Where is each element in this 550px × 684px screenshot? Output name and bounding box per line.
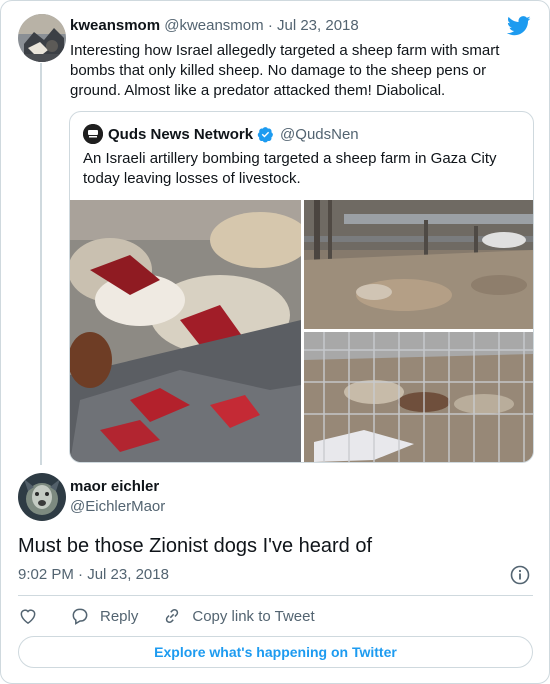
reply-avatar[interactable]	[18, 473, 66, 521]
info-icon[interactable]	[510, 565, 530, 585]
copy-link-label[interactable]: Copy link to Tweet	[192, 608, 314, 625]
parent-handle[interactable]: @kweansmom	[164, 17, 263, 34]
reply-timestamp[interactable]: 9:02 PM · Jul 23, 2018	[18, 566, 169, 583]
parent-tweet-text: Interesting how Israel allegedly targete…	[70, 42, 500, 99]
explore-twitter-button[interactable]: Explore what's happening on Twitter	[18, 636, 533, 668]
timestamp-separator: ·	[78, 566, 84, 583]
quoted-tweet[interactable]: Quds News Network @QudsNen An Israeli ar…	[69, 111, 534, 463]
quoted-header: Quds News Network @QudsNen	[83, 124, 359, 144]
quoted-display-name[interactable]: Quds News Network	[108, 126, 253, 143]
parent-display-name[interactable]: kweansmom	[70, 17, 160, 34]
quoted-photo-2[interactable]	[304, 200, 533, 329]
like-button[interactable]	[18, 606, 38, 626]
divider	[18, 595, 533, 596]
meta-separator: ·	[267, 17, 273, 34]
parent-header: kweansmom @kweansmom · Jul 23, 2018	[70, 17, 359, 34]
quoted-avatar[interactable]	[83, 124, 103, 144]
quoted-handle[interactable]: @QudsNen	[280, 126, 359, 143]
action-bar: Reply Copy link to Tweet	[18, 605, 339, 627]
verified-badge-icon	[257, 126, 273, 142]
heart-icon	[20, 609, 36, 624]
twitter-bird-icon[interactable]	[507, 15, 531, 37]
copy-link-button[interactable]: Copy link to Tweet	[162, 606, 315, 626]
explore-label[interactable]: Explore what's happening on Twitter	[154, 644, 397, 660]
reply-icon	[72, 608, 88, 625]
tweet-embed-card: kweansmom @kweansmom · Jul 23, 2018 Inte…	[0, 0, 550, 684]
reply-tweet-text: Must be those Zionist dogs I've heard of	[18, 535, 373, 557]
quoted-photo-3[interactable]	[304, 332, 533, 462]
reply-label[interactable]: Reply	[100, 608, 138, 625]
thread-line	[40, 63, 42, 465]
quoted-tweet-text: An Israeli artillery bombing targeted a …	[83, 150, 497, 187]
parent-avatar[interactable]	[18, 14, 66, 62]
reply-display-name[interactable]: maor eichler	[70, 478, 159, 495]
reply-button[interactable]: Reply	[70, 606, 138, 626]
reply-handle[interactable]: @EichlerMaor	[70, 498, 165, 515]
link-icon	[166, 608, 179, 624]
reply-date[interactable]: Jul 23, 2018	[87, 566, 169, 583]
reply-time[interactable]: 9:02 PM	[18, 566, 74, 583]
parent-date[interactable]: Jul 23, 2018	[277, 17, 359, 34]
quoted-photo-1[interactable]	[70, 200, 301, 462]
